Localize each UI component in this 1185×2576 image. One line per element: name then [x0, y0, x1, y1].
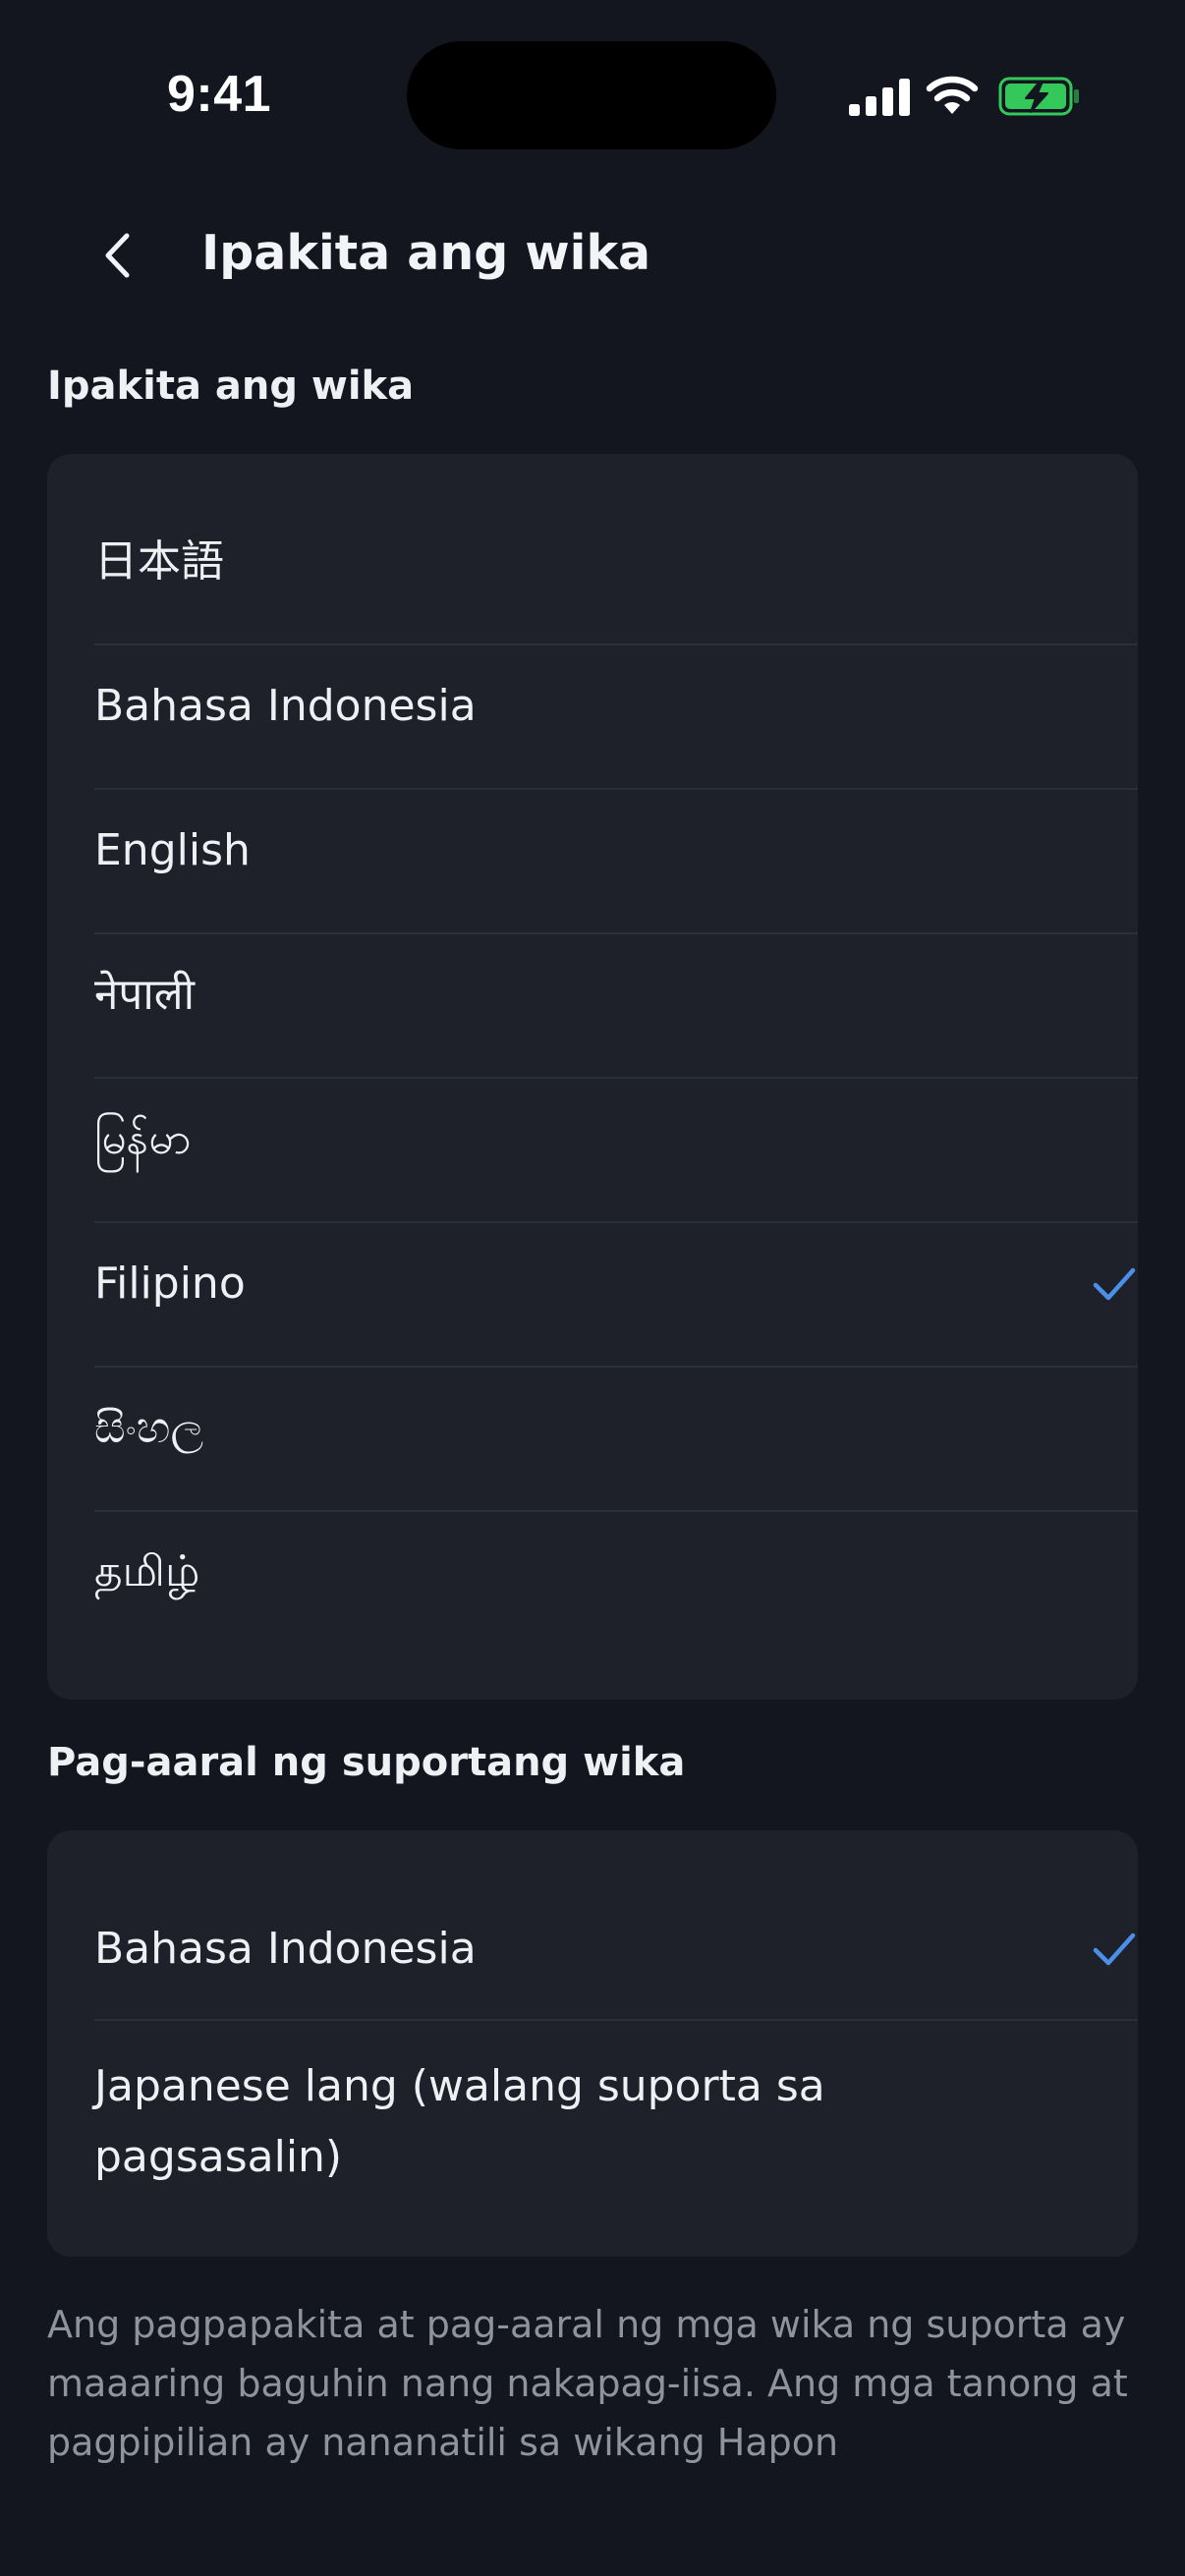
language-option-filipino[interactable]: Filipino: [94, 1249, 1138, 1319]
support-option-label: Japanese lang (walang suporta sa pagsasa…: [94, 2061, 825, 2182]
display-language-heading: Ipakita ang wika: [47, 364, 415, 409]
status-time: 9:41: [167, 66, 272, 123]
page-title: Ipakita ang wika: [201, 225, 651, 281]
divider: [94, 1510, 1138, 1512]
support-language-heading: Pag-aaral ng suportang wika: [47, 1740, 686, 1785]
language-option-label: नेपाली: [94, 970, 196, 1020]
dynamic-island: [407, 41, 776, 149]
divider: [94, 1221, 1138, 1223]
checkmark-icon: [1093, 1932, 1136, 1966]
divider: [94, 2019, 1138, 2021]
back-button[interactable]: [83, 216, 151, 295]
status-bar: 9:41: [0, 0, 1185, 187]
wifi-icon: [926, 76, 979, 114]
language-option-burmese[interactable]: မြန်မာ: [94, 1104, 1138, 1175]
checkmark-icon: [1093, 1267, 1136, 1301]
language-option-label: မြန်မာ: [94, 1114, 192, 1164]
chevron-left-icon: [105, 233, 130, 278]
language-option-label: Filipino: [94, 1259, 246, 1309]
language-option-tamil[interactable]: தமிழ்: [94, 1537, 1138, 1607]
footnote-text: Ang pagpapakita at pag-aaral ng mga wika…: [47, 2303, 1128, 2464]
support-language-card: Bahasa Indonesia Japanese lang (walang s…: [47, 1830, 1138, 2257]
support-option-label: Bahasa Indonesia: [94, 1924, 477, 1974]
support-option-bahasa-indonesia[interactable]: Bahasa Indonesia: [94, 1914, 1138, 1985]
divider: [94, 788, 1138, 790]
language-option-nepali[interactable]: नेपाली: [94, 960, 1138, 1031]
battery-charging-icon: [998, 77, 1079, 116]
divider: [94, 644, 1138, 645]
divider: [94, 932, 1138, 934]
divider: [94, 1366, 1138, 1368]
cellular-signal-icon: [849, 79, 910, 116]
language-option-bahasa-indonesia[interactable]: Bahasa Indonesia: [94, 671, 1138, 742]
language-option-label: தமிழ்: [94, 1546, 200, 1596]
language-option-label: සිංහල: [94, 1403, 204, 1453]
language-option-english[interactable]: English: [94, 815, 1138, 886]
display-language-card: 日本語 Bahasa Indonesia English नेपाली မြန်…: [47, 454, 1138, 1700]
language-option-japanese[interactable]: 日本語: [94, 527, 1138, 597]
support-option-japanese-only[interactable]: Japanese lang (walang suporta sa pagsasa…: [94, 2048, 880, 2196]
language-option-sinhala[interactable]: සිංහල: [94, 1393, 1138, 1464]
divider: [94, 1077, 1138, 1079]
language-option-label: Bahasa Indonesia: [94, 681, 477, 731]
language-option-label: English: [94, 825, 251, 875]
language-option-label: 日本語: [94, 536, 224, 587]
